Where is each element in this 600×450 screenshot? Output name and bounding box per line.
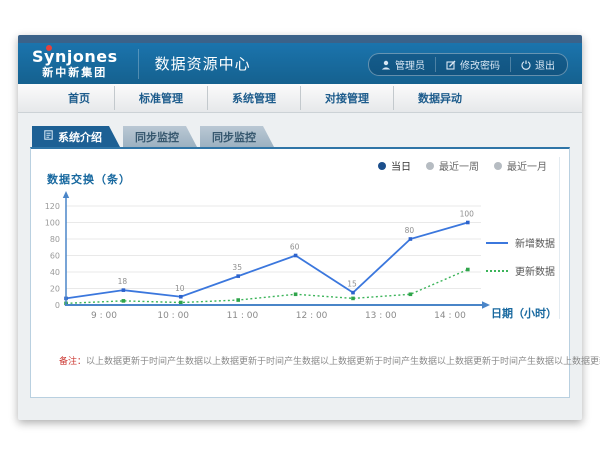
- logo-text: Synjones: [32, 49, 118, 65]
- filter-last-month[interactable]: 最近一月: [494, 158, 547, 173]
- user-icon: [381, 60, 391, 70]
- content-area: 系统介绍 同步监控 同步监控 当日 最近一周: [18, 113, 582, 421]
- legend-item-new-data: 新增数据: [486, 235, 555, 250]
- svg-text:80: 80: [405, 226, 415, 235]
- data-point: [236, 274, 240, 278]
- nav-item-interface-mgmt[interactable]: 对接管理: [300, 86, 393, 110]
- change-password-button[interactable]: 修改密码: [435, 57, 510, 72]
- filter-last-week[interactable]: 最近一周: [426, 158, 479, 173]
- svg-text:80: 80: [50, 235, 60, 244]
- filter-label: 最近一月: [507, 158, 547, 173]
- svg-text:60: 60: [50, 252, 60, 261]
- svg-text:35: 35: [232, 263, 242, 272]
- footnote-prefix: 备注：: [59, 357, 86, 367]
- data-point: [409, 237, 413, 241]
- logout-label: 退出: [535, 57, 555, 72]
- tab-label: 同步监控: [212, 129, 256, 145]
- chart-legend: 新增数据 更新数据: [486, 235, 555, 291]
- line-chart: 0 20 40 60 80 100 120 9 : 00 10 : 00 11 : 00 12 : …: [31, 189, 511, 374]
- svg-text:100: 100: [460, 210, 475, 219]
- data-point: [122, 288, 126, 292]
- svg-text:9 : 00: 9 : 00: [91, 311, 117, 321]
- data-point: [466, 268, 470, 272]
- filter-label: 最近一周: [439, 158, 479, 173]
- svg-text:0: 0: [55, 301, 60, 310]
- svg-text:18: 18: [118, 277, 128, 286]
- app-window: Synjones 新中新集团 数据资源中心 管理员 修改密码: [18, 35, 582, 420]
- radio-dot-icon: [494, 162, 502, 170]
- data-point: [122, 299, 126, 303]
- top-strip: [18, 35, 582, 43]
- chart-panel: 当日 最近一周 最近一月 数据交换（条） 0 20 40 60 80 100 120 9 : …: [30, 147, 570, 398]
- svg-text:20: 20: [50, 285, 60, 294]
- change-password-label: 修改密码: [460, 57, 500, 72]
- logo[interactable]: Synjones 新中新集团: [32, 49, 118, 78]
- svg-text:100: 100: [45, 219, 60, 228]
- data-point: [179, 301, 183, 305]
- x-axis-title: 日期（小时）: [491, 305, 557, 321]
- data-point: [466, 221, 470, 225]
- user-button[interactable]: 管理员: [371, 57, 435, 72]
- data-point: [179, 295, 183, 299]
- svg-text:12 : 00: 12 : 00: [296, 311, 328, 321]
- user-label: 管理员: [395, 57, 425, 72]
- filter-today[interactable]: 当日: [378, 158, 411, 173]
- document-icon: [44, 130, 53, 143]
- tab-label: 系统介绍: [58, 129, 102, 145]
- time-range-filters: 当日 最近一周 最近一月: [378, 158, 547, 173]
- data-point: [294, 292, 298, 296]
- filter-label: 当日: [391, 158, 411, 173]
- y-axis-title: 数据交换（条）: [47, 171, 131, 187]
- data-point: [236, 298, 240, 302]
- legend-label: 更新数据: [515, 263, 555, 278]
- data-point: [409, 292, 413, 296]
- app-header: Synjones 新中新集团 数据资源中心 管理员 修改密码: [18, 43, 582, 84]
- solid-line-icon: [486, 242, 508, 244]
- tab-sync-monitor-1[interactable]: 同步监控: [123, 126, 197, 147]
- series-line-更新数据: [66, 270, 468, 304]
- data-point: [351, 297, 355, 301]
- nav-item-standard-mgmt[interactable]: 标准管理: [114, 86, 207, 110]
- page-title: 数据资源中心: [138, 49, 251, 79]
- edit-icon: [446, 60, 456, 70]
- radio-dot-icon: [378, 162, 386, 170]
- nav-item-home[interactable]: 首页: [44, 86, 114, 110]
- svg-text:11 : 00: 11 : 00: [227, 311, 259, 321]
- svg-text:60: 60: [290, 243, 300, 252]
- footnote: 备注：以上数据更新于时间产生数据以上数据更新于时间产生数据以上数据更新于时间产生…: [59, 354, 600, 367]
- tab-sync-monitor-2[interactable]: 同步监控: [200, 126, 274, 147]
- logo-red-dot-icon: [46, 45, 52, 51]
- svg-text:14 : 00: 14 : 00: [434, 311, 466, 321]
- svg-text:120: 120: [45, 202, 60, 211]
- data-point: [351, 291, 355, 295]
- svg-text:13 : 00: 13 : 00: [365, 311, 397, 321]
- legend-label: 新增数据: [515, 235, 555, 250]
- nav-item-system-mgmt[interactable]: 系统管理: [207, 86, 300, 110]
- footnote-text: 以上数据更新于时间产生数据以上数据更新于时间产生数据以上数据更新于时间产生数据以…: [86, 357, 600, 367]
- radio-dot-icon: [426, 162, 434, 170]
- svg-text:10: 10: [175, 284, 185, 293]
- svg-text:40: 40: [50, 268, 60, 277]
- data-point: [294, 254, 298, 258]
- svg-text:10 : 00: 10 : 00: [157, 311, 189, 321]
- header-actions: 管理员 修改密码 退出: [368, 53, 568, 76]
- panel-divider: [559, 157, 560, 319]
- tab-label: 同步监控: [135, 129, 179, 145]
- main-nav: 首页 标准管理 系统管理 对接管理 数据异动: [18, 84, 582, 113]
- power-icon: [521, 60, 531, 70]
- logo-subtitle: 新中新集团: [32, 67, 118, 78]
- dotted-line-icon: [486, 270, 508, 272]
- nav-item-data-change[interactable]: 数据异动: [393, 86, 486, 110]
- legend-item-updated-data: 更新数据: [486, 263, 555, 278]
- logout-button[interactable]: 退出: [510, 57, 565, 72]
- tab-system-intro[interactable]: 系统介绍: [32, 126, 120, 147]
- svg-text:15: 15: [347, 280, 357, 289]
- tab-bar: 系统介绍 同步监控 同步监控: [18, 113, 582, 147]
